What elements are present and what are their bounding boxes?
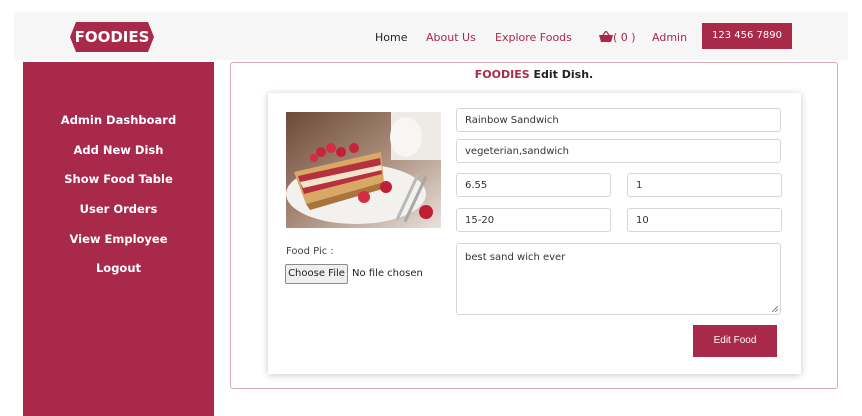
page: FOODIES Home About Us Explore Foods ( 0 … (0, 0, 862, 416)
dish-quantity-input[interactable]: 1 (627, 173, 782, 197)
cart-count: ( 0 ) (613, 31, 636, 44)
logo[interactable]: FOODIES (70, 22, 154, 52)
food-image (286, 112, 441, 228)
nav-cart[interactable]: ( 0 ) (599, 30, 636, 44)
page-title: FOODIES Edit Dish. (231, 68, 837, 81)
page-title-brand: FOODIES (474, 68, 530, 81)
dish-name-input[interactable]: Rainbow Sandwich (456, 108, 781, 132)
dish-description-textarea[interactable]: best sand wich ever (456, 243, 781, 315)
dish-description-text: best sand wich ever (465, 252, 566, 263)
file-status: No file chosen (352, 268, 423, 279)
sidebar-item-add-new-dish[interactable]: Add New Dish (23, 143, 214, 157)
nav-about-us[interactable]: About Us (426, 31, 476, 44)
dish-discount-input[interactable]: 10 (627, 208, 782, 232)
logo-text: FOODIES (74, 28, 150, 46)
navbar: FOODIES Home About Us Explore Foods ( 0 … (14, 12, 848, 60)
edit-food-button[interactable]: Edit Food (693, 325, 777, 357)
nav-admin[interactable]: Admin (652, 31, 687, 44)
nav-explore-foods[interactable]: Explore Foods (495, 31, 572, 44)
dish-price-input[interactable]: 6.55 (456, 173, 611, 197)
dish-category-input[interactable]: vegeterian,sandwich (456, 139, 781, 163)
admin-sidebar: Admin Dashboard Add New Dish Show Food T… (23, 62, 214, 416)
food-photo-icon (286, 112, 441, 228)
dish-time-input[interactable]: 15-20 (456, 208, 611, 232)
basket-icon (599, 30, 613, 42)
sidebar-item-logout[interactable]: Logout (23, 261, 214, 275)
sidebar-item-user-orders[interactable]: User Orders (23, 202, 214, 216)
food-pic-label: Food Pic : (286, 246, 334, 257)
nav-home[interactable]: Home (375, 31, 407, 44)
sidebar-item-admin-dashboard[interactable]: Admin Dashboard (23, 113, 214, 127)
sidebar-item-show-food-table[interactable]: Show Food Table (23, 172, 214, 186)
resize-handle-icon[interactable] (772, 306, 778, 312)
phone-button[interactable]: 123 456 7890 (702, 23, 792, 49)
choose-file-button[interactable]: Choose File (285, 264, 348, 284)
page-title-text: Edit Dish. (529, 68, 594, 81)
sidebar-item-view-employee[interactable]: View Employee (23, 232, 214, 246)
